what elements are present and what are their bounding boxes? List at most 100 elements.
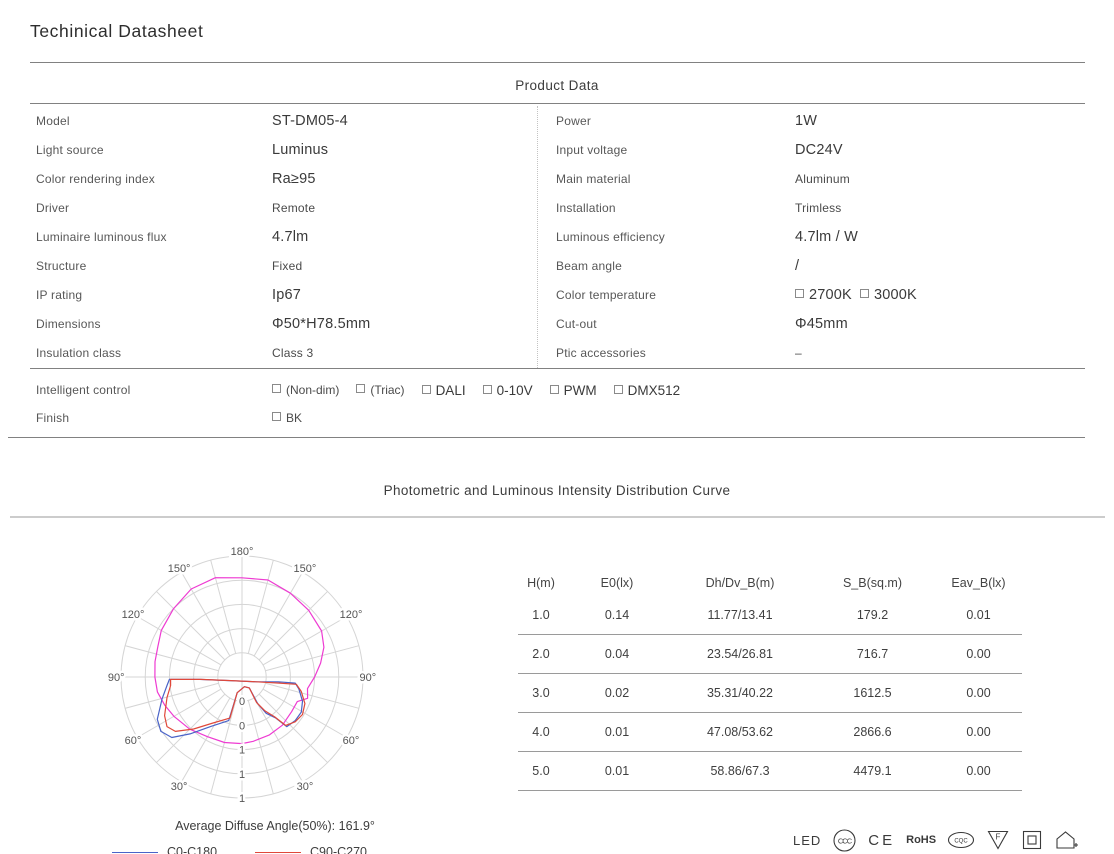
- technical-datasheet-page: Techinical Datasheet Product Data ModelS…: [0, 0, 1114, 854]
- column-header: Dh/Dv_B(m): [670, 576, 810, 596]
- polar-grid-spoke: [265, 646, 359, 671]
- table-cell: 0.00: [935, 725, 1022, 739]
- table-row: 2.00.0423.54/26.81716.70.00: [518, 635, 1022, 674]
- column-divider-dotted: [537, 106, 538, 368]
- indoor-use-mark-glyph: [1057, 832, 1074, 848]
- checkbox-icon: [356, 384, 365, 393]
- product-field-row: Light sourceLuminus: [30, 136, 535, 165]
- curve-C0-C180: [157, 679, 302, 737]
- table-cell: 0.01: [564, 764, 670, 778]
- table-cell: 0.04: [564, 647, 670, 661]
- f-flammable-surface-mark-glyph: F: [996, 833, 1001, 842]
- field-label: Cut-out: [550, 317, 795, 331]
- field-value: Φ45mm: [795, 316, 1085, 332]
- ccc-mark-glyph: CCC: [832, 828, 857, 853]
- class2-double-insulation-mark-glyph: [1021, 829, 1043, 851]
- illuminance-table: H(m)E0(lx)Dh/Dv_B(m)S_B(sq.m)Eav_B(lx)1.…: [518, 576, 1022, 791]
- field-label: Insulation class: [30, 346, 272, 360]
- field-value: Fixed: [272, 259, 535, 273]
- product-table-right-column: Power1WInput voltageDC24VMain materialAl…: [550, 107, 1085, 367]
- ccc-mark: CCC: [832, 828, 857, 853]
- table-cell: 35.31/40.22: [670, 686, 810, 700]
- polar-radial-label: 1: [239, 745, 245, 757]
- divider-top: [30, 62, 1085, 63]
- option-label: DALI: [436, 383, 466, 398]
- table-row: 1.00.1411.77/13.41179.20.01: [518, 596, 1022, 635]
- polar-angle-label: 90°: [359, 672, 376, 684]
- polar-grid-spoke: [182, 572, 230, 656]
- divider-under-product-heading: [30, 103, 1085, 104]
- field-label: Installation: [550, 201, 795, 215]
- field-value: 2700K3000K: [795, 287, 1085, 303]
- option-item: BK: [272, 411, 302, 425]
- page-title: Techinical Datasheet: [30, 21, 203, 42]
- column-header: S_B(sq.m): [810, 576, 935, 596]
- led-mark: LED: [793, 833, 821, 848]
- field-label: Finish: [30, 411, 272, 425]
- table-cell: 4479.1: [810, 764, 935, 778]
- legend-item: C0-C180: [112, 845, 217, 854]
- checkbox-icon: [272, 412, 281, 421]
- product-field-row: Luminaire luminous flux4.7lm: [30, 223, 535, 252]
- polar-angle-label: 120°: [122, 609, 145, 621]
- option-label: (Non-dim): [286, 383, 339, 397]
- class2-double-insulation-mark-glyph: [1024, 832, 1041, 849]
- option-list: BK: [272, 411, 1030, 425]
- table-cell: 716.7: [810, 647, 935, 661]
- class2-double-insulation-mark: [1021, 829, 1043, 851]
- field-value: 4.7lm: [272, 229, 535, 245]
- product-field-row: Main materialAluminum: [550, 165, 1085, 194]
- cqc-mark: CQC: [947, 830, 975, 850]
- legend-line-swatch: [112, 852, 158, 853]
- field-value: /: [795, 258, 1085, 274]
- option-item: DALI: [422, 383, 466, 398]
- photometric-heading: Photometric and Luminous Intensity Distr…: [0, 483, 1114, 498]
- indoor-use-mark-glyph: [1074, 843, 1078, 847]
- field-value: 1W: [795, 113, 1085, 129]
- table-cell: 11.77/13.41: [670, 608, 810, 622]
- polar-grid-spoke: [156, 694, 224, 762]
- ce-mark: CE: [868, 832, 895, 849]
- option-item: PWM: [550, 383, 597, 398]
- control-row: Finish BK: [30, 404, 1030, 432]
- field-label: Input voltage: [550, 143, 795, 157]
- divider-under-photometric-heading: [10, 516, 1105, 518]
- polar-radial-label: 1: [239, 793, 245, 805]
- polar-grid-spoke: [254, 698, 302, 782]
- polar-grid-spoke: [137, 689, 221, 737]
- polar-angle-label: 150°: [294, 563, 317, 575]
- table-cell: 2866.6: [810, 725, 935, 739]
- column-header: E0(lx): [564, 576, 670, 596]
- product-field-row: Insulation classClass 3: [30, 338, 535, 367]
- checkbox-icon: [550, 385, 559, 394]
- polar-grid-spoke: [265, 683, 359, 708]
- cqc-mark-glyph: CQC: [954, 839, 968, 845]
- product-field-row: Ptic accessories–: [550, 338, 1085, 367]
- table-cell: 4.0: [518, 725, 564, 739]
- table-cell: 0.00: [935, 647, 1022, 661]
- led-mark-glyph: LED: [793, 833, 821, 848]
- table-row: 5.00.0158.86/67.34479.10.00: [518, 752, 1022, 791]
- indoor-use-mark: [1054, 829, 1080, 851]
- field-value: 4.7lm / W: [795, 229, 1085, 245]
- product-field-row: Color rendering indexRa≥95: [30, 165, 535, 194]
- f-flammable-surface-mark-glyph: F: [986, 829, 1010, 851]
- option-item: (Non-dim): [272, 383, 339, 397]
- polar-grid-spoke: [259, 591, 327, 659]
- product-table-left-column: ModelST-DM05-4Light sourceLuminusColor r…: [30, 107, 535, 367]
- table-cell: 23.54/26.81: [670, 647, 810, 661]
- field-value: Ip67: [272, 287, 535, 303]
- option-label: BK: [286, 411, 302, 425]
- checkbox-option-label: 3000K: [874, 287, 917, 303]
- polar-angle-label: 150°: [168, 563, 191, 575]
- table-cell: 179.2: [810, 608, 935, 622]
- polar-grid-spoke: [125, 646, 219, 671]
- divider-section-end: [8, 437, 1085, 438]
- option-label: 0-10V: [497, 383, 533, 398]
- table-cell: 58.86/67.3: [670, 764, 810, 778]
- table-row: 4.00.0147.08/53.622866.60.00: [518, 713, 1022, 752]
- field-value: Class 3: [272, 346, 535, 360]
- option-item: DMX512: [614, 383, 681, 398]
- legend-line-swatch: [255, 852, 301, 853]
- table-cell: 0.01: [564, 725, 670, 739]
